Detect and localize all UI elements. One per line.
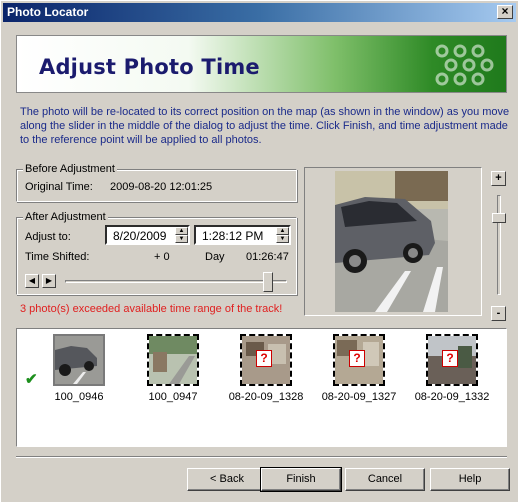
window-title: Photo Locator <box>7 5 89 19</box>
finish-button[interactable]: Finish <box>260 467 342 492</box>
photo-locator-dialog: Photo Locator × Adjust Photo Time The ph… <box>0 0 519 503</box>
missing-image-icon: ? <box>442 350 458 367</box>
thumbnail-caption: 08-20-09_1327 <box>321 391 397 403</box>
arrow-left-icon: ◀ <box>28 276 36 285</box>
thumbnail-caption: 08-20-09_1328 <box>228 391 304 403</box>
photo-thumbnail-strip: 100_0946 100_0947 ? 08-20-09_1328 ? 08-2… <box>16 328 507 447</box>
slider-right-button[interactable]: ▶ <box>42 274 56 288</box>
network-logo-icon <box>435 44 494 86</box>
thumbnail-image[interactable] <box>147 334 199 386</box>
missing-image-icon: ? <box>256 350 272 367</box>
spin-up-icon[interactable]: ▲ <box>276 227 289 235</box>
title-bar: Photo Locator × <box>3 3 516 22</box>
zoom-out-button[interactable]: - <box>491 306 506 321</box>
thumbnail-item[interactable]: 100_0946 <box>29 334 129 403</box>
date-spinner[interactable]: 8/20/2009 ▲ ▼ <box>105 225 190 245</box>
time-shifted-days: + 0 <box>154 251 170 263</box>
thumbnail-image[interactable]: ? <box>240 334 292 386</box>
missing-image-icon: ? <box>349 350 365 367</box>
spin-up-icon[interactable]: ▲ <box>175 227 188 235</box>
thumbnail-item[interactable]: 100_0947 <box>123 334 223 403</box>
selected-checkmark-icon: ✔ <box>25 371 38 388</box>
after-adjustment-legend: After Adjustment <box>23 211 108 223</box>
adjust-to-label: Adjust to: <box>25 231 71 243</box>
thumbnail-caption: 08-20-09_1332 <box>414 391 490 403</box>
time-shifted-day-label: Day <box>205 251 225 263</box>
close-button[interactable]: × <box>497 5 513 19</box>
page-title: Adjust Photo Time <box>39 55 260 79</box>
thumbnail-image[interactable]: ? <box>426 334 478 386</box>
thumbnail-item[interactable]: ? 08-20-09_1328 <box>216 334 316 403</box>
slider-left-button[interactable]: ◀ <box>25 274 39 288</box>
help-button[interactable]: Help <box>430 468 510 491</box>
zoom-slider-track[interactable] <box>497 195 501 295</box>
date-value: 8/20/2009 <box>113 229 167 243</box>
thumbnail-item[interactable]: ? 08-20-09_1332 <box>402 334 502 403</box>
back-button[interactable]: < Back <box>187 468 267 491</box>
spin-down-icon[interactable]: ▼ <box>276 235 289 243</box>
header-banner: Adjust Photo Time <box>16 35 507 93</box>
time-slider-thumb[interactable] <box>263 272 273 292</box>
spin-down-icon[interactable]: ▼ <box>175 235 188 243</box>
time-shifted-value: 01:26:47 <box>246 251 289 263</box>
date-spinner-arrows[interactable]: ▲ ▼ <box>175 227 188 243</box>
zoom-slider-thumb[interactable] <box>492 213 506 223</box>
before-adjustment-legend: Before Adjustment <box>23 163 117 175</box>
time-spinner-arrows[interactable]: ▲ ▼ <box>276 227 289 243</box>
description-text: The photo will be re-located to its corr… <box>20 106 510 146</box>
thumbnail-image[interactable]: ? <box>333 334 385 386</box>
time-spinner[interactable]: 1:28:12 PM ▲ ▼ <box>194 225 291 245</box>
thumbnail-item[interactable]: ? 08-20-09_1327 <box>309 334 409 403</box>
cancel-button[interactable]: Cancel <box>345 468 425 491</box>
photo-preview-image <box>335 171 448 312</box>
original-time-label: Original Time: <box>25 181 93 193</box>
time-shifted-label: Time Shifted: <box>25 251 90 263</box>
time-slider-track[interactable] <box>65 280 287 283</box>
thumbnail-image[interactable] <box>53 334 105 386</box>
time-range-warning: 3 photo(s) exceeded available time range… <box>20 303 283 315</box>
arrow-right-icon: ▶ <box>45 276 53 285</box>
time-value: 1:28:12 PM <box>202 229 264 243</box>
thumbnail-caption: 100_0947 <box>148 391 198 403</box>
zoom-in-button[interactable]: + <box>491 171 506 186</box>
button-separator <box>16 456 507 458</box>
thumbnail-caption: 100_0946 <box>54 391 104 403</box>
original-time-value: 2009-08-20 12:01:25 <box>110 181 213 193</box>
